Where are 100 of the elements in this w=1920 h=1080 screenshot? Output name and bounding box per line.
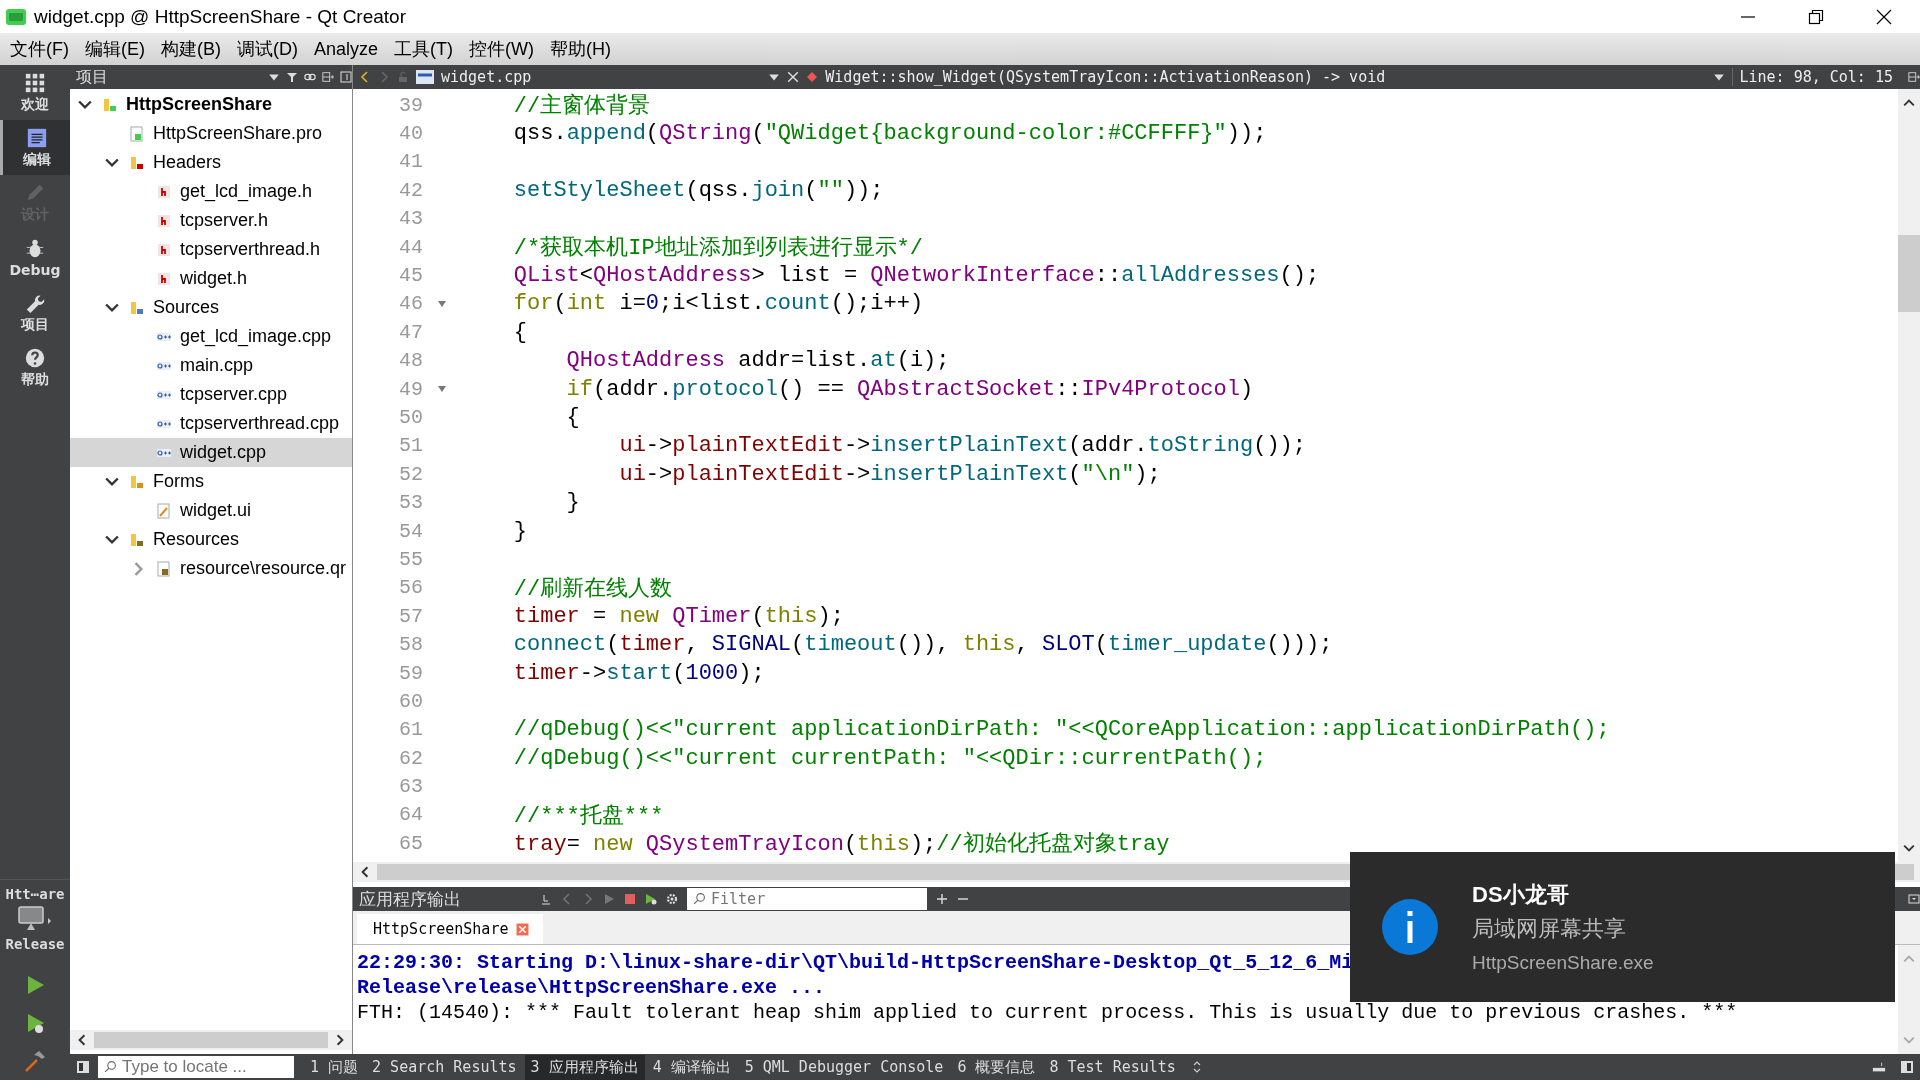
stop-icon[interactable] — [624, 893, 636, 905]
symbol-name[interactable]: Widget::show_Widget(QSystemTrayIcon::ActivationReason) -> void — [825, 68, 1386, 86]
notification-toast[interactable]: DS小龙哥 局域网屏幕共享 HttpScreenShare.exe — [1350, 852, 1895, 1002]
split-icon[interactable] — [1908, 71, 1920, 83]
tree-item[interactable]: get_lcd_image.h — [70, 177, 352, 206]
tree-item[interactable]: Resources — [70, 525, 352, 554]
link-icon[interactable] — [304, 71, 316, 83]
scroll-left-icon[interactable] — [76, 1034, 88, 1046]
line-number: 43 — [398, 207, 423, 231]
code-line: QList<QHostAddress> list = QNetworkInterface::allAddresses(); — [512, 263, 1320, 289]
tree-item[interactable]: Sources — [70, 293, 352, 322]
sidebar-toggle-icon[interactable] — [76, 1060, 90, 1074]
debug-run-icon[interactable] — [645, 893, 657, 905]
scroll-right-icon[interactable] — [334, 1034, 346, 1046]
line-number: 40 — [398, 122, 423, 146]
filter-field[interactable]: Filter — [687, 888, 927, 910]
notification-title: DS小龙哥 — [1472, 881, 1570, 909]
progress-icon[interactable] — [1872, 1060, 1886, 1074]
menu-item[interactable]: 构建(B) — [155, 34, 227, 64]
menu-item[interactable]: 帮助(H) — [544, 34, 617, 64]
menu-item[interactable]: 工具(T) — [388, 34, 459, 64]
clear-icon[interactable] — [540, 893, 552, 905]
tree-item[interactable]: Forms — [70, 467, 352, 496]
pane-tab[interactable]: 6 概要信息 — [951, 1054, 1042, 1080]
form-file-icon — [156, 502, 172, 519]
tree-item[interactable]: HttpScreenShare — [70, 90, 352, 119]
right-pane-toggle-icon[interactable] — [1900, 1060, 1914, 1074]
line-number: 49 — [398, 377, 423, 401]
scroll-down-icon[interactable] — [1903, 842, 1915, 854]
monitor-icon[interactable] — [17, 906, 53, 932]
tree-item[interactable]: get_lcd_image.cpp — [70, 322, 352, 351]
line-number: 41 — [398, 150, 423, 174]
code-line: //qDebug()<<"current applicationDirPath: "<<QCoreApplication::applicationDirPath(); — [512, 717, 1610, 743]
menu-item[interactable]: 编辑(E) — [79, 34, 151, 64]
grid-icon — [24, 71, 46, 94]
tree-item[interactable]: tcpserver.cpp — [70, 380, 352, 409]
pane-tab[interactable]: 2 Search Results — [366, 1055, 523, 1079]
code-line: tray= new QSystemTrayIcon(this);//初始化托盘对象tray — [512, 830, 1170, 859]
mode-button[interactable]: 项目 — [0, 285, 70, 340]
filter-icon[interactable] — [286, 71, 298, 83]
pane-tab[interactable]: 4 编译输出 — [646, 1054, 737, 1080]
output-tab[interactable]: HttpScreenShare — [357, 914, 544, 944]
mode-button[interactable]: 帮助 — [0, 340, 70, 395]
line-number: 47 — [398, 320, 423, 344]
mode-button[interactable]: Debug — [0, 230, 70, 285]
tree-item[interactable]: widget.h — [70, 264, 352, 293]
tree-item[interactable]: HttpScreenShare.pro — [70, 119, 352, 148]
close-icon[interactable] — [1876, 8, 1892, 25]
close-panel-icon[interactable] — [340, 71, 352, 83]
hammer-icon[interactable] — [23, 1049, 47, 1073]
tree-item[interactable]: main.cpp — [70, 351, 352, 380]
menu-item[interactable]: 控件(W) — [463, 34, 540, 64]
split-icon[interactable] — [322, 71, 334, 83]
code-line: qss.append(QString("QWidget{background-color:#CCFFFF}")); — [512, 121, 1267, 147]
search-icon — [693, 892, 706, 905]
tree-item[interactable]: tcpserver.h — [70, 206, 352, 235]
scroll-up-icon[interactable] — [1903, 97, 1915, 109]
document-icon — [25, 126, 48, 149]
pane-tab[interactable]: 5 QML Debugger Console — [738, 1055, 950, 1079]
line-number: 51 — [398, 434, 423, 458]
locate-field[interactable]: Type to locate ... — [98, 1056, 294, 1078]
mode-button[interactable]: 欢迎 — [0, 65, 70, 120]
symbol-icon — [806, 71, 819, 83]
tree-item[interactable]: widget.ui — [70, 496, 352, 525]
info-icon — [1382, 899, 1438, 955]
scrollbar-thumb[interactable] — [94, 1032, 328, 1048]
code-line: if(addr.protocol() == QAbstractSocket::IPv4Protocol) — [565, 376, 1254, 402]
tree-item[interactable]: tcpserverthread.cpp — [70, 409, 352, 438]
tree-item[interactable]: tcpserverthread.h — [70, 235, 352, 264]
folder-icon — [129, 473, 145, 490]
bug-icon — [24, 237, 46, 260]
mode-button[interactable]: 编辑 — [0, 120, 70, 175]
line-number: 44 — [398, 235, 423, 259]
header-file-icon — [156, 241, 172, 258]
add-icon[interactable] — [936, 893, 948, 905]
search-icon — [104, 1060, 117, 1073]
pane-tab[interactable]: 3 应用程序输出 — [524, 1054, 645, 1080]
tree-item[interactable]: resource\resource.qr — [70, 554, 352, 583]
menu-item[interactable]: 调试(D) — [231, 34, 304, 64]
back-icon[interactable] — [359, 71, 371, 83]
cursor-position: Line: 98, Col: 15 — [1732, 68, 1893, 86]
output-line: Release\release\HttpScreenShare.exe ... — [357, 976, 826, 1001]
menu-item[interactable]: Analyze — [308, 35, 385, 63]
pane-tab[interactable]: 1 问题 — [304, 1054, 365, 1080]
line-number: 57 — [398, 604, 423, 628]
line-number: 50 — [398, 406, 423, 429]
open-file-name[interactable]: widget.cpp — [441, 68, 532, 86]
tree-item[interactable]: widget.cpp — [70, 438, 352, 467]
maximize-pane-icon[interactable] — [1908, 893, 1920, 905]
menu-item[interactable]: 文件(F) — [4, 34, 75, 64]
restore-icon[interactable] — [1808, 8, 1824, 25]
scroll-left-icon[interactable] — [359, 866, 371, 878]
fold-arrow-icon[interactable] — [437, 298, 447, 309]
scrollbar-thumb[interactable] — [1898, 235, 1920, 312]
tree-item[interactable]: Headers — [70, 148, 352, 177]
code-line: /*获取本机IP地址添加到列表进行显示*/ — [512, 235, 924, 263]
folder-icon — [129, 299, 145, 316]
file-icon — [129, 125, 145, 142]
settings-icon[interactable] — [666, 893, 678, 905]
pane-tab[interactable]: 8 Test Results — [1043, 1055, 1182, 1079]
